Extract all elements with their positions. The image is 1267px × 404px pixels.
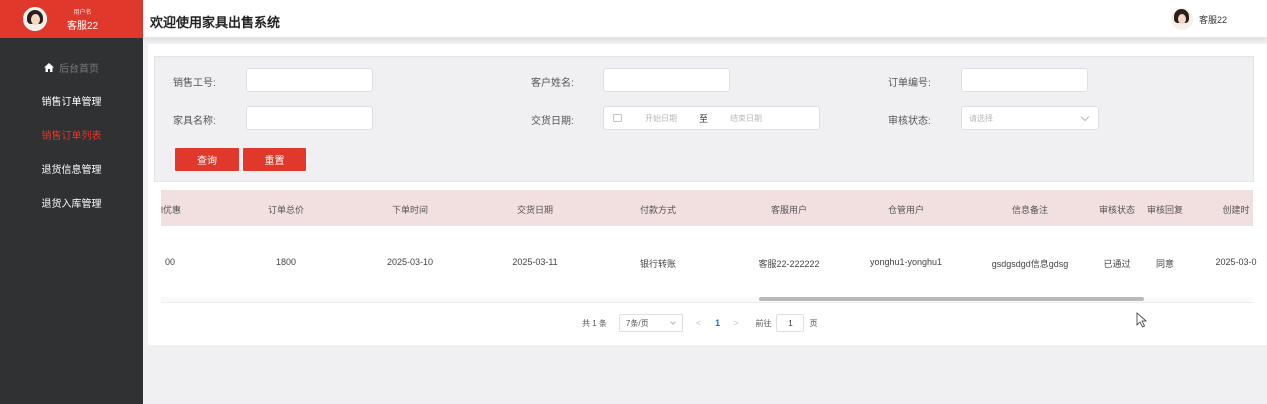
sidebar: 用户名 客服22 后台首页 销售订单管理 销售订单列表 退货信息管理 退货入库管… (0, 0, 143, 404)
column-header: 订单总价 (267, 205, 305, 215)
table-cell: 同意 (1155, 259, 1175, 269)
column-header: 付款方式 (639, 205, 677, 215)
sales-id-input[interactable] (246, 68, 373, 92)
sidebar-user-block: 用户名 客服22 (0, 0, 143, 38)
avatar (1170, 8, 1193, 30)
table-cell: 客服22-222222 (758, 259, 820, 269)
table-cell: 银行转账 (639, 259, 677, 269)
sidebar-user-info: 用户名 客服22 (67, 7, 98, 32)
page-size-select[interactable]: 7条/页 (618, 314, 683, 332)
table-cell: 00 (165, 257, 176, 267)
user-label: 用户名 (73, 9, 92, 16)
page-size-value: 7条/页 (625, 318, 649, 328)
furniture-name-label: 家具名称: (173, 116, 216, 127)
goto-page-value: 1 (788, 318, 793, 328)
furniture-name-input[interactable] (246, 106, 373, 130)
scrollbar-thumb[interactable] (759, 297, 1144, 301)
column-header: l优惠 (161, 205, 181, 215)
column-header: 审核状态 (1098, 205, 1136, 215)
customer-name-label: 客户姓名: (531, 78, 574, 89)
column-header: 仓管用户 (887, 205, 925, 215)
table-header: l优惠 订单总价 下单时间 交货日期 付款方式 客服用户 仓管用户 信息备注 审… (161, 190, 1253, 226)
page-title: 欢迎使用家具出售系统 (150, 15, 281, 30)
pagination: 共 1 条 7条/页 < 1 > 前往 1 页 (582, 314, 817, 332)
date-end-input[interactable]: 结束日期 (730, 113, 762, 124)
chevron-down-icon (670, 319, 676, 325)
date-start-input[interactable]: 开始日期 (645, 113, 677, 124)
table-cell: 1800 (275, 257, 297, 267)
review-status-placeholder: 请选择 (969, 113, 993, 123)
pagination-total: 共 1 条 (582, 318, 607, 328)
customer-name-input[interactable] (603, 68, 730, 92)
goto-page-input[interactable]: 1 (776, 314, 805, 332)
order-no-label: 订单编号: (888, 78, 931, 89)
table-cell: 已通过 (1103, 259, 1131, 269)
main-content: 销售工号: 客户姓名: 订单编号: 家具名称: 交货日期: 开始日期 至 结束日… (148, 44, 1267, 345)
sidebar-item-return-info-mgmt[interactable]: 退货信息管理 (0, 151, 143, 185)
header-user-menu[interactable]: 客服22 (1170, 8, 1227, 30)
calendar-icon (613, 114, 622, 122)
header-user-name: 客服22 (1198, 14, 1227, 25)
prev-page-button[interactable]: < (696, 318, 701, 328)
review-status-label: 审核状态: (888, 116, 931, 127)
column-header: 下单时间 (391, 205, 429, 215)
sales-id-label: 销售工号: (173, 78, 216, 89)
table-cell: 2025-03-0 (1215, 257, 1257, 267)
sidebar-item-return-storage-mgmt[interactable]: 退货入库管理 (0, 185, 143, 219)
column-header: 创建时 (1222, 205, 1250, 215)
column-header: 客服用户 (770, 205, 808, 215)
column-header: 审核回复 (1146, 205, 1184, 215)
delivery-date-range-picker[interactable]: 开始日期 至 结束日期 (603, 106, 820, 130)
next-page-button[interactable]: > (733, 318, 738, 328)
sidebar-item-label: 后台首页 (59, 63, 99, 75)
page-suffix: 页 (809, 318, 818, 328)
home-icon (44, 62, 54, 72)
delivery-date-label: 交货日期: (531, 116, 574, 127)
reset-button[interactable]: 重置 (243, 148, 306, 171)
table-row[interactable]: 00 1800 2025-03-10 2025-03-11 银行转账 客服22-… (161, 226, 1257, 296)
column-header: 信息备注 (1011, 205, 1049, 215)
sidebar-item-home[interactable]: 后台首页 (0, 51, 143, 83)
table-cell: yonghu1-yonghu1 (869, 257, 943, 267)
mouse-cursor-icon (1136, 312, 1148, 328)
divider (161, 302, 1253, 303)
user-name: 客服22 (67, 20, 99, 32)
table-cell: 2025-03-10 (386, 257, 434, 267)
page-number-current[interactable]: 1 (715, 318, 720, 328)
column-header: 交货日期 (516, 205, 554, 215)
order-no-input[interactable] (961, 68, 1088, 92)
chevron-down-icon (1080, 112, 1090, 122)
search-filter-panel: 销售工号: 客户姓名: 订单编号: 家具名称: 交货日期: 开始日期 至 结束日… (154, 56, 1254, 182)
sidebar-item-label: 销售订单管理 (41, 96, 102, 108)
review-status-select[interactable]: 请选择 (961, 106, 1099, 130)
sidebar-item-label: 销售订单列表 (41, 130, 102, 142)
sidebar-item-label: 退货信息管理 (41, 164, 102, 176)
goto-label: 前往 (755, 318, 772, 328)
table-cell: gsdgsdgd信息gdsg (991, 259, 1069, 269)
date-separator: 至 (699, 113, 709, 124)
table-cell: 2025-03-11 (512, 257, 558, 267)
sidebar-item-label: 退货入库管理 (41, 198, 102, 210)
query-button[interactable]: 查询 (175, 148, 239, 171)
header: 欢迎使用家具出售系统 客服22 (143, 0, 1267, 38)
sidebar-item-sales-order-list[interactable]: 销售订单列表 (0, 117, 143, 151)
sidebar-item-sales-order-mgmt[interactable]: 销售订单管理 (0, 83, 143, 117)
avatar (23, 7, 47, 31)
